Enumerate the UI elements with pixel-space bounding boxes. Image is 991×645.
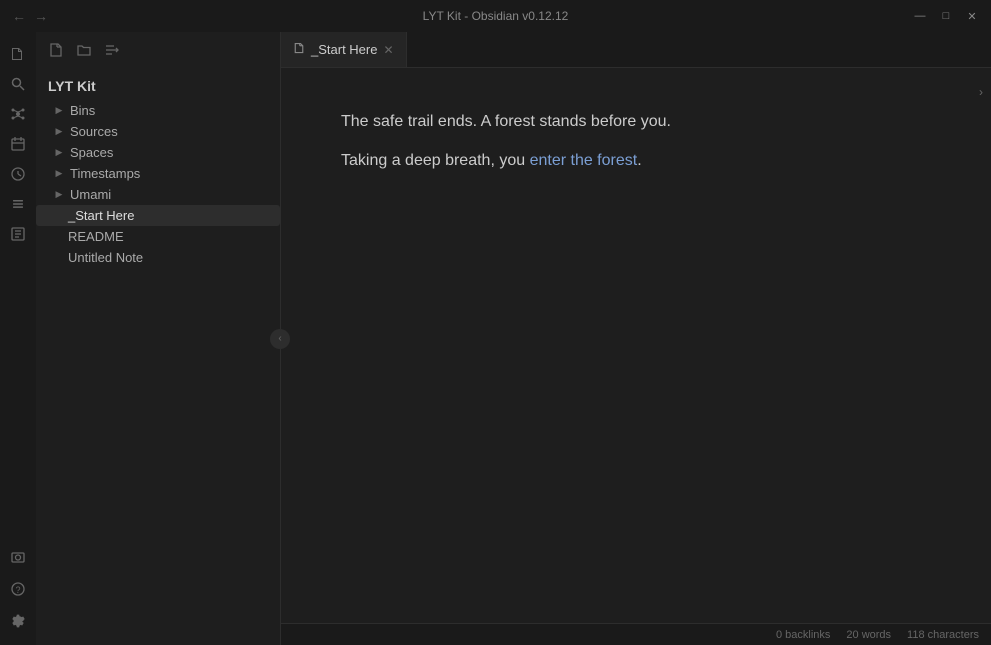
arrow-icon: ▶ [52,167,66,181]
editor-content: The safe trail ends. A forest stands bef… [341,108,931,174]
tab-close-btn[interactable]: ✕ [383,43,393,57]
tree-item-sources[interactable]: ▶ Sources [36,121,280,142]
status-bar: 0 backlinks 20 words 118 characters [281,623,991,645]
tree-item-label: Bins [70,103,272,118]
tree-item-label: Spaces [70,145,272,160]
sidebar-content: LYT Kit ▶ Bins ▶ Sources ▶ Spaces ▶ Time… [36,68,280,645]
layers-icon[interactable] [4,190,32,218]
editor-line-1: The safe trail ends. A forest stands bef… [341,108,931,135]
sort-button[interactable] [100,38,124,62]
clock-icon[interactable] [4,160,32,188]
title-bar-controls: — □ ✕ [913,10,979,23]
help-icon[interactable]: ? [4,575,32,603]
sidebar: LYT Kit ▶ Bins ▶ Sources ▶ Spaces ▶ Time… [36,32,281,645]
editor-area[interactable]: The safe trail ends. A forest stands bef… [281,68,991,623]
editor-line-2-after: . [637,152,641,169]
sidebar-toolbar [36,32,280,68]
arrow-icon: ▶ [52,146,66,160]
arrow-icon: ▶ [52,125,66,139]
forward-btn[interactable]: → [34,8,48,24]
tree-item-untitled[interactable]: Untitled Note [36,247,280,268]
tab-bar: _Start Here ✕ [281,32,991,68]
active-tab[interactable]: _Start Here ✕ [281,32,407,67]
arrow-icon: ▶ [52,188,66,202]
new-folder-button[interactable] [72,38,96,62]
files-icon[interactable] [4,40,32,68]
tree-item-label: _Start Here [68,208,272,223]
main-area: _Start Here ✕ The safe trail ends. A for… [281,32,991,645]
graph-icon[interactable] [4,100,32,128]
tree-item-readme[interactable]: README [36,226,280,247]
tab-file-icon [293,42,305,57]
ribbon-bottom: ? [4,543,32,645]
tree-item-label: Timestamps [70,166,272,181]
status-words[interactable]: 20 words [846,629,891,641]
search-icon[interactable] [4,70,32,98]
app-body: ? [0,32,991,645]
tab-label: _Start Here [311,42,377,57]
icon-ribbon: ? [0,32,36,645]
title-bar-left: ← → [12,8,48,24]
settings-icon[interactable] [4,607,32,635]
vault-title[interactable]: LYT Kit [36,72,280,100]
editor-link[interactable]: enter the forest [530,152,638,169]
back-btn[interactable]: ← [12,8,26,24]
tree-item-label: Sources [70,124,272,139]
camera-icon[interactable] [4,543,32,571]
tree-item-spaces[interactable]: ▶ Spaces [36,142,280,163]
editor-line-2: Taking a deep breath, you enter the fore… [341,147,931,174]
maximize-btn[interactable]: □ [939,10,953,22]
svg-text:?: ? [16,585,21,595]
tree-item-start-here[interactable]: _Start Here [36,205,280,226]
editor-line-2-before: Taking a deep breath, you [341,152,530,169]
tree-item-label: Umami [70,187,272,202]
right-panel-collapse-btn[interactable]: › [971,72,991,112]
window-title: LYT Kit - Obsidian v0.12.12 [423,9,569,23]
tree-item-timestamps[interactable]: ▶ Timestamps [36,163,280,184]
tree-item-umami[interactable]: ▶ Umami [36,184,280,205]
tree-item-label: README [68,229,272,244]
tree-item-bins[interactable]: ▶ Bins [36,100,280,121]
title-bar: ← → LYT Kit - Obsidian v0.12.12 — □ ✕ [0,0,991,32]
calendar-icon[interactable] [4,130,32,158]
arrow-icon: ▶ [52,104,66,118]
new-note-button[interactable] [44,38,68,62]
tag-icon[interactable] [4,220,32,248]
close-btn[interactable]: ✕ [965,10,979,23]
status-backlinks[interactable]: 0 backlinks [776,629,830,641]
sidebar-collapse-btn[interactable]: ‹ [270,329,290,349]
status-characters[interactable]: 118 characters [907,629,979,641]
tree-item-label: Untitled Note [68,250,272,265]
minimize-btn[interactable]: — [913,10,927,22]
